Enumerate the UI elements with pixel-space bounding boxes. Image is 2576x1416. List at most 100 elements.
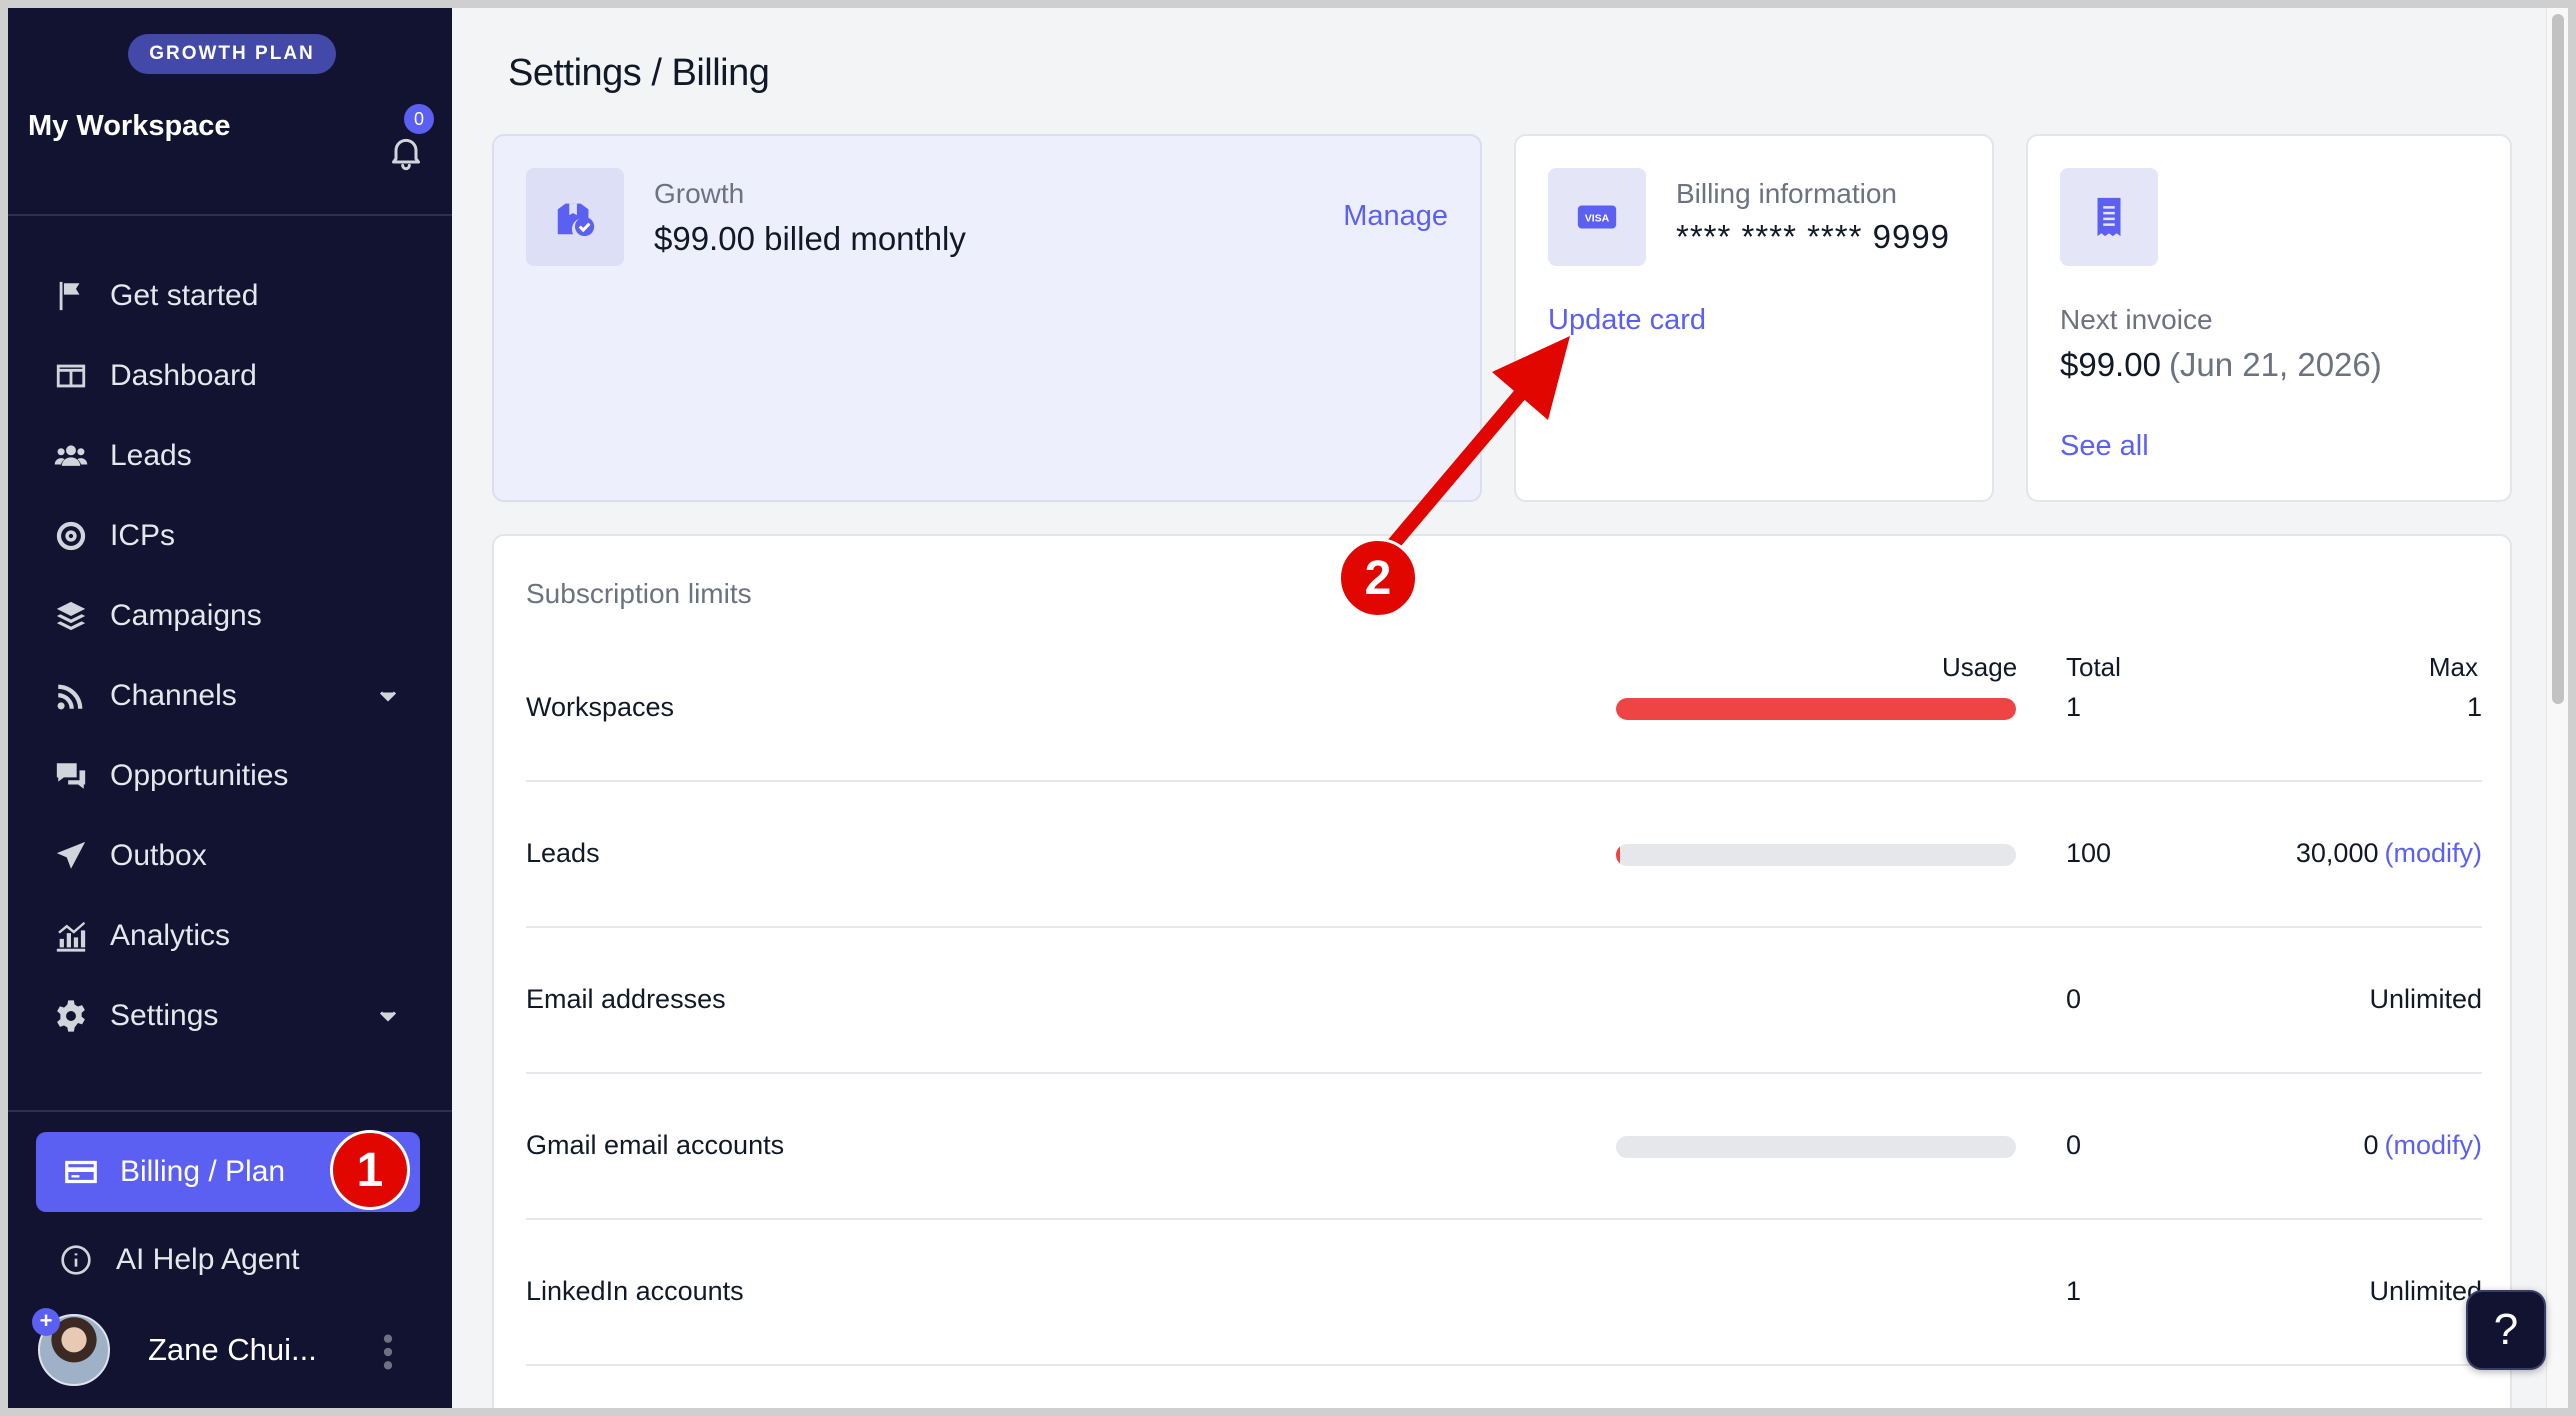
invoice-amount-value: $99.00 bbox=[2060, 346, 2161, 383]
table-row: Gmail email accounts 0 0 (modify) bbox=[526, 1074, 2482, 1220]
sidebar-divider bbox=[8, 1110, 452, 1112]
limit-label: Email addresses bbox=[526, 984, 726, 1014]
gear-icon bbox=[57, 1000, 85, 1032]
send-icon bbox=[56, 841, 86, 869]
table-row: Workspaces 1 1 bbox=[526, 636, 2482, 782]
sidebar-item-outbox[interactable]: Outbox bbox=[8, 816, 452, 896]
limit-total: 1 bbox=[2066, 692, 2082, 722]
billing-info-title: Billing information bbox=[1676, 178, 1897, 209]
masked-card-number: **** **** **** 9999 bbox=[1676, 218, 1951, 255]
limit-label: LinkedIn accounts bbox=[526, 1276, 744, 1306]
table-row: LinkedIn accounts 1 Unlimited bbox=[526, 1220, 2482, 1366]
table-row: Email addresses 0 Unlimited bbox=[526, 928, 2482, 1074]
credit-card-icon bbox=[65, 1160, 97, 1184]
modify-limit-link[interactable]: (modify) bbox=[2384, 838, 2482, 868]
limit-total: 100 bbox=[2066, 838, 2112, 868]
usage-bar bbox=[1616, 698, 2016, 720]
sidebar-item-label: Outbox bbox=[110, 839, 207, 872]
annotation-marker-1: 1 bbox=[330, 1130, 410, 1210]
sidebar-item-label: Analytics bbox=[110, 919, 231, 952]
svg-text:VISA: VISA bbox=[1585, 212, 1610, 224]
limit-max-value: Unlimited bbox=[2369, 984, 2482, 1014]
visa-card-icon: VISA bbox=[1577, 205, 1617, 229]
info-icon bbox=[61, 1245, 91, 1275]
sidebar-nav: Get started Dashboard Leads ICPs Campaig… bbox=[8, 256, 452, 1056]
plus-icon[interactable]: + bbox=[32, 1308, 60, 1336]
see-all-invoices-link[interactable]: See all bbox=[2060, 430, 2149, 463]
sidebar-item-campaigns[interactable]: Campaigns bbox=[8, 576, 452, 656]
next-invoice-amount: $99.00 (Jun 21, 2026) bbox=[2060, 346, 2382, 384]
sidebar-item-label: Settings bbox=[110, 999, 219, 1032]
sidebar-item-settings[interactable]: Settings bbox=[8, 976, 452, 1056]
sidebar-item-label: Billing / Plan bbox=[120, 1155, 286, 1188]
dashboard-icon bbox=[56, 364, 86, 388]
next-invoice-title: Next invoice bbox=[2060, 304, 2213, 335]
sidebar-divider bbox=[8, 214, 452, 216]
sidebar-item-leads[interactable]: Leads bbox=[8, 416, 452, 496]
page-title: Settings / Billing bbox=[508, 52, 770, 94]
plan-card: Growth $99.00 billed monthly Manage bbox=[492, 134, 1482, 502]
limit-label: Leads bbox=[526, 838, 600, 868]
usage-bar-fill bbox=[1616, 698, 2016, 720]
sidebar-item-label: ICPs bbox=[110, 519, 176, 552]
billing-icon-tile: VISA bbox=[1548, 168, 1646, 266]
limit-max: 30,000 (modify) bbox=[2296, 838, 2482, 869]
plan-price: $99.00 billed monthly bbox=[654, 220, 966, 257]
user-menu[interactable]: + Zane Chui... bbox=[32, 1308, 438, 1392]
update-card-link[interactable]: Update card bbox=[1548, 304, 1706, 337]
limit-max: 1 bbox=[2467, 692, 2482, 723]
chat-icon bbox=[56, 763, 86, 789]
analytics-icon bbox=[56, 921, 86, 952]
invoice-icon-tile bbox=[2060, 168, 2158, 266]
sidebar-item-label: Get started bbox=[110, 279, 259, 312]
sidebar-item-channels[interactable]: Channels bbox=[8, 656, 452, 736]
usage-bar-fill bbox=[1616, 844, 1620, 866]
limit-max: Unlimited bbox=[2369, 984, 2482, 1015]
sidebar-item-dashboard[interactable]: Dashboard bbox=[8, 336, 452, 416]
sidebar-item-label: Dashboard bbox=[110, 359, 257, 392]
sidebar-item-ai-help-agent[interactable]: AI Help Agent bbox=[60, 1230, 299, 1290]
rss-icon bbox=[57, 684, 83, 710]
layers-icon bbox=[56, 601, 86, 631]
limit-max-value: 1 bbox=[2466, 692, 2482, 722]
target-icon bbox=[56, 521, 86, 551]
subscription-limits-card: Subscription limits Usage Total Max Work… bbox=[492, 534, 2512, 1408]
sidebar-item-label: AI Help Agent bbox=[116, 1243, 300, 1276]
plan-name: Growth bbox=[654, 178, 745, 209]
invoice-date: (Jun 21, 2026) bbox=[2168, 346, 2382, 383]
chevron-down-icon[interactable] bbox=[374, 1002, 402, 1030]
sidebar-item-opportunities[interactable]: Opportunities bbox=[8, 736, 452, 816]
plan-badge: GROWTH PLAN bbox=[128, 34, 336, 74]
scrollbar[interactable] bbox=[2546, 8, 2568, 1408]
sidebar-item-analytics[interactable]: Analytics bbox=[8, 896, 452, 976]
billing-info-card: VISA Billing information **** **** **** … bbox=[1514, 134, 1994, 502]
table-row: Leads 100 30,000 (modify) bbox=[526, 782, 2482, 928]
receipt-icon bbox=[2097, 197, 2121, 237]
help-chat-button[interactable]: ? bbox=[2466, 1290, 2546, 1370]
modify-limit-link[interactable]: (modify) bbox=[2384, 1130, 2482, 1160]
usage-bar bbox=[1616, 844, 2016, 866]
plan-icon-tile bbox=[526, 168, 624, 266]
more-vertical-icon[interactable] bbox=[380, 1332, 396, 1372]
limit-total: 0 bbox=[2066, 1130, 2082, 1160]
limit-total: 0 bbox=[2066, 984, 2082, 1014]
workspace-name[interactable]: My Workspace bbox=[28, 110, 231, 143]
sidebar-item-icps[interactable]: ICPs bbox=[8, 496, 452, 576]
sidebar-item-get-started[interactable]: Get started bbox=[8, 256, 452, 336]
sidebar-item-label: Channels bbox=[110, 679, 237, 712]
next-invoice-card: Next invoice $99.00 (Jun 21, 2026) See al… bbox=[2026, 134, 2512, 502]
notification-count-badge: 0 bbox=[404, 104, 434, 134]
subscription-limits-title: Subscription limits bbox=[526, 578, 752, 609]
flag-icon bbox=[59, 281, 80, 311]
chevron-down-icon[interactable] bbox=[374, 682, 402, 710]
user-name: Zane Chui... bbox=[148, 1332, 317, 1367]
bell-icon[interactable] bbox=[386, 132, 426, 172]
manage-plan-link[interactable]: Manage bbox=[1343, 200, 1448, 233]
sidebar-item-label: Leads bbox=[110, 439, 192, 472]
limit-max: Unlimited bbox=[2369, 1276, 2482, 1307]
scrollbar-thumb[interactable] bbox=[2552, 14, 2564, 704]
limit-max-value: Unlimited bbox=[2369, 1276, 2482, 1306]
users-icon bbox=[54, 445, 88, 466]
limit-max-value: 0 bbox=[2363, 1130, 2379, 1160]
package-check-icon bbox=[557, 203, 595, 237]
